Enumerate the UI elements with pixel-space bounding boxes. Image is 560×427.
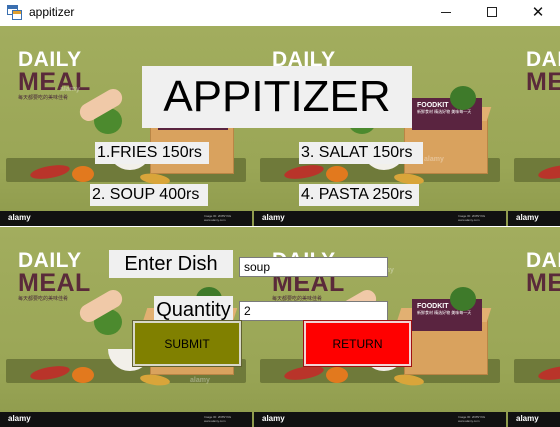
daily-meal-logo: DAILY MEAL 每天都要吃的美味佳肴: [18, 48, 91, 101]
close-icon: ✕: [531, 4, 545, 21]
title-bar: appitizer ✕: [0, 0, 560, 26]
quantity-label: Quantity: [154, 296, 233, 324]
menu-item-salat: 3. SALAT 150rs: [299, 142, 423, 164]
daily-meal-logo: DAILY MEAL 每天都要吃的美味佳肴: [18, 249, 91, 302]
close-button[interactable]: ✕: [515, 0, 560, 26]
window-title: appitizer: [29, 5, 75, 19]
minimize-icon: [441, 12, 451, 13]
quantity-input[interactable]: [239, 301, 388, 321]
page-title: APPITIZER: [142, 66, 412, 128]
maximize-icon: [487, 7, 497, 17]
menu-item-soup: 2. SOUP 400rs: [90, 184, 208, 206]
dish-input[interactable]: [239, 257, 388, 277]
dish-label: Enter Dish: [109, 250, 233, 278]
minimize-button[interactable]: [423, 0, 469, 26]
app-window-icon: [7, 5, 22, 20]
maximize-button[interactable]: [469, 0, 515, 26]
daily-meal-logo: DAILY MEAL: [526, 249, 560, 297]
return-button[interactable]: RETURN: [303, 320, 412, 367]
daily-meal-logo: DAILY MEAL: [526, 48, 560, 96]
background-tile: DAILY MEAL alamy: [508, 26, 560, 226]
menu-item-pasta: 4. PASTA 250rs: [299, 184, 419, 206]
menu-item-fries: 1.FRIES 150rs: [95, 142, 209, 164]
background-tile: DAILY MEAL alamy: [508, 227, 560, 427]
submit-button[interactable]: SUBMIT: [132, 320, 242, 367]
